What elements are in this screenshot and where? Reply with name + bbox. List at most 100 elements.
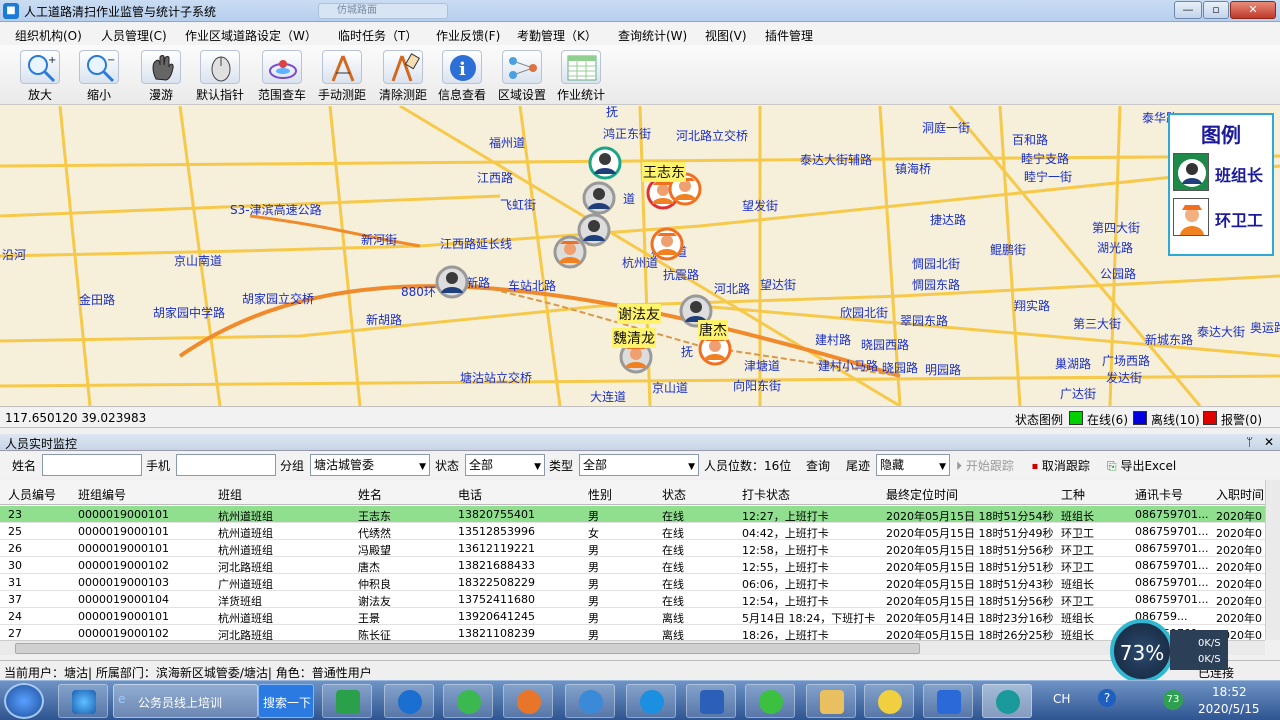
menu-feedback[interactable]: 作业反馈(F): [436, 27, 500, 44]
query-button[interactable]: 查询: [806, 457, 830, 474]
stop-icon: ⏹: [1032, 459, 1039, 473]
taskbar-app[interactable]: [806, 684, 856, 718]
manual-measure-button[interactable]: 手动测距: [313, 48, 371, 102]
help-icon[interactable]: ?: [1098, 689, 1116, 707]
table-row[interactable]: 25 0000019000101 杭州道班组 代绣然 13512853996 女 在线 04:…: [0, 523, 1265, 540]
taskbar-app[interactable]: [322, 684, 372, 718]
table-cell: 06:06，上班打卡: [742, 578, 829, 591]
taskbar-ie-window[interactable]: e 公务员线上培训: [113, 684, 258, 718]
range-search-button[interactable]: 范围查车: [253, 48, 311, 102]
column-header[interactable]: 工种: [1061, 486, 1085, 503]
phone-input[interactable]: [176, 454, 276, 476]
menu-query-stats[interactable]: 查询统计(W): [618, 27, 687, 44]
name-input[interactable]: [42, 454, 142, 476]
table-cell: 2020年05月15日 18时51分49秒: [886, 527, 1054, 540]
taskbar-app[interactable]: [686, 684, 736, 718]
table-cell: 0000019000102: [78, 627, 169, 640]
scroll-thumb[interactable]: [15, 643, 920, 654]
clear-measure-button[interactable]: 清除测距: [374, 48, 432, 102]
taskbar-app[interactable]: [626, 684, 676, 718]
column-header[interactable]: 班组: [218, 486, 242, 503]
taskbar-app[interactable]: [745, 684, 795, 718]
column-header[interactable]: 入职时间: [1216, 486, 1264, 503]
column-header[interactable]: 班组编号: [78, 486, 126, 503]
menu-attendance[interactable]: 考勤管理（K）: [517, 27, 597, 44]
zoom-out-button[interactable]: − 缩小: [70, 48, 128, 102]
column-header[interactable]: 人员编号: [8, 486, 56, 503]
table-row[interactable]: 27 0000019000102 河北路班组 陈长征 13821108239 男 离线 18:…: [0, 625, 1265, 640]
menu-plugins[interactable]: 插件管理: [765, 27, 813, 44]
table-cell: 广州道班组: [218, 578, 273, 591]
pan-button[interactable]: 漫游: [132, 48, 190, 102]
table-row[interactable]: 23 0000019000101 杭州道班组 王志东 13820755401 男 在线 12:…: [0, 506, 1265, 523]
column-header[interactable]: 最终定位时间: [886, 486, 958, 503]
map-label: 睦宁支路: [1021, 152, 1070, 166]
range-ring-icon: [262, 50, 302, 84]
area-settings-button[interactable]: 区域设置: [493, 48, 551, 102]
tray-badge[interactable]: 73: [1163, 690, 1183, 710]
cancel-tracking-button[interactable]: ⏹ 取消跟踪: [1032, 457, 1090, 474]
worker-pin[interactable]: [553, 235, 587, 275]
export-excel-button[interactable]: ⎘ 导出Excel: [1107, 457, 1176, 474]
leader-pin[interactable]: [435, 265, 469, 305]
trail-label: 尾迹: [846, 459, 871, 473]
menu-view[interactable]: 视图(V): [705, 27, 747, 44]
default-pointer-button[interactable]: 默认指针: [191, 48, 249, 102]
pin-icon[interactable]: ᛘ: [1246, 435, 1253, 449]
info-view-button[interactable]: i 信息查看: [433, 48, 491, 102]
start-button[interactable]: [4, 683, 44, 719]
horizontal-scrollbar[interactable]: [0, 640, 1265, 655]
minimize-button[interactable]: —: [1174, 1, 1202, 19]
language-indicator[interactable]: CH: [1053, 692, 1070, 706]
table-cell: 陈长征: [358, 629, 391, 640]
state-select[interactable]: 全部 ▼: [465, 454, 545, 476]
maximize-button[interactable]: ▫: [1203, 1, 1229, 19]
taskbar-app[interactable]: [503, 684, 553, 718]
table-cell: 男: [588, 578, 599, 591]
work-stats-button[interactable]: 作业统计: [552, 48, 610, 102]
taskbar-app-active[interactable]: [982, 684, 1032, 718]
table-row[interactable]: 31 0000019000103 广州道班组 仲积良 18322508229 男 在线 06:…: [0, 574, 1265, 591]
worker-pin[interactable]: [650, 227, 684, 267]
table-cell: 0000019000102: [78, 559, 169, 572]
vertical-scrollbar[interactable]: [1265, 480, 1280, 640]
taskbar-app[interactable]: [565, 684, 615, 718]
table-cell: 仲积良: [358, 578, 391, 591]
menu-area-roads[interactable]: 作业区域道路设定（W）: [185, 27, 317, 44]
table-row[interactable]: 26 0000019000101 杭州道班组 冯殿望 13612119221 男 在线 12:…: [0, 540, 1265, 557]
taskbar-app[interactable]: [384, 684, 434, 718]
type-select[interactable]: 全部 ▼: [579, 454, 699, 476]
network-meter[interactable]: 73%: [1110, 619, 1174, 683]
start-tracking-button[interactable]: ⏵ 开始跟踪: [956, 457, 1014, 474]
column-header[interactable]: 电话: [458, 486, 482, 503]
column-header[interactable]: 通讯卡号: [1135, 486, 1183, 503]
table-cell: 2020年0: [1216, 527, 1262, 540]
map-label: 江西路延长线: [440, 237, 513, 251]
taskbar-app[interactable]: [923, 684, 973, 718]
column-header[interactable]: 打卡状态: [742, 486, 790, 503]
close-button[interactable]: ✕: [1230, 1, 1276, 19]
background-window-tab[interactable]: 仿城路面: [318, 3, 448, 19]
menu-org[interactable]: 组织机构(O): [15, 27, 82, 44]
taskbar-app[interactable]: [443, 684, 493, 718]
column-header[interactable]: 状态: [662, 486, 686, 503]
taskbar-app[interactable]: [864, 684, 914, 718]
group-select[interactable]: 塘沽城管委 ▼: [310, 454, 430, 476]
column-header[interactable]: 姓名: [358, 486, 382, 503]
table-row[interactable]: 30 0000019000102 河北路班组 唐杰 13821688433 男 在线 12:5…: [0, 557, 1265, 574]
leader-pin[interactable]: [588, 146, 622, 186]
column-header[interactable]: 性别: [588, 486, 612, 503]
table-cell: 杭州道班组: [218, 510, 273, 523]
trail-select[interactable]: 隐藏 ▼: [876, 454, 950, 476]
menu-personnel[interactable]: 人员管理(C): [101, 27, 167, 44]
taskbar-app[interactable]: [58, 684, 108, 718]
panel-close-icon[interactable]: ✕: [1264, 435, 1274, 449]
table-cell: 杭州道班组: [218, 527, 273, 540]
zoom-in-button[interactable]: + 放大: [11, 48, 69, 102]
search-button[interactable]: 搜索一下: [258, 684, 314, 718]
table-row[interactable]: 37 0000019000104 洋货班组 谢法友 13752411680 男 在线 12:5…: [0, 591, 1265, 608]
menu-temp-task[interactable]: 临时任务（T）: [338, 27, 417, 44]
map-view[interactable]: 抚 河北路立交桥 鸿正东街 福州道 洞庭一街 百和路 泰华路 泰达大街辅路 睦宁…: [0, 106, 1280, 406]
table-row[interactable]: 24 0000019000101 杭州道班组 王景 13920641245 男 离线 5月14…: [0, 608, 1265, 625]
map-label: 江西路: [477, 171, 514, 185]
